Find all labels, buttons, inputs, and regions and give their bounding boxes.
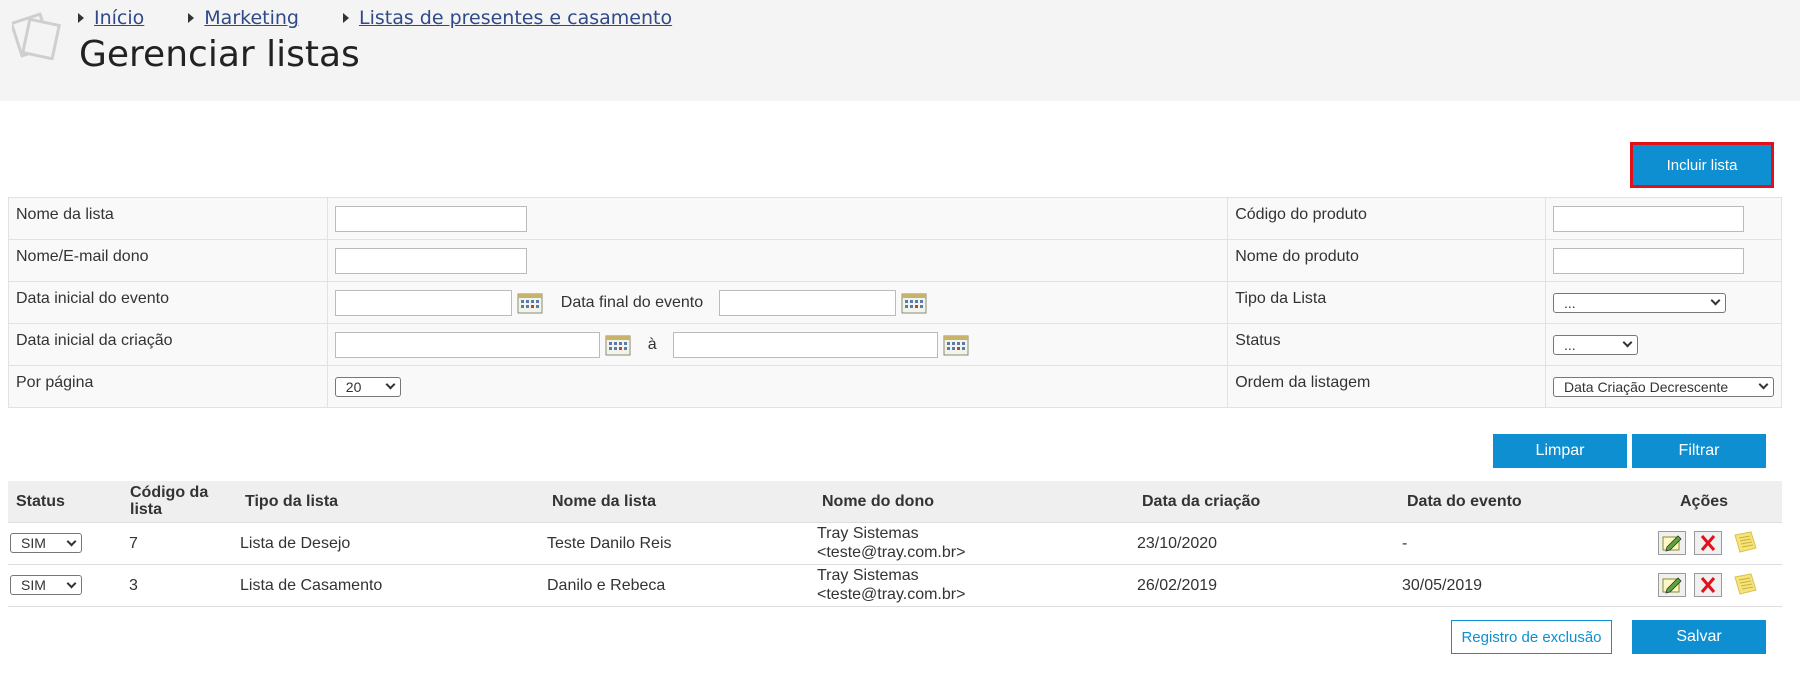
column-header-name[interactable]: Nome da lista xyxy=(544,481,814,523)
per-page-select[interactable]: 20 xyxy=(334,376,401,397)
breadcrumb-item-inicio: Início xyxy=(78,7,144,29)
row-actions xyxy=(1656,564,1782,607)
product-name-label: Nome do produto xyxy=(1227,239,1546,282)
row-type: Lista de Desejo xyxy=(237,522,544,565)
order-label: Ordem da listagem xyxy=(1227,365,1546,408)
column-header-owner[interactable]: Nome do dono xyxy=(814,481,1134,523)
column-header-code[interactable]: Código da lista xyxy=(122,481,237,523)
lists-table: Status Código da lista Tipo da lista Nom… xyxy=(8,481,1782,607)
chevron-down-icon xyxy=(1710,295,1721,306)
page-header: Início Marketing Listas de presentes e c… xyxy=(0,0,1800,101)
chevron-down-icon xyxy=(66,578,77,588)
filter-button[interactable]: Filtrar xyxy=(1632,434,1766,468)
list-name-label: Nome da lista xyxy=(8,197,328,240)
row-status-select[interactable]: SIM xyxy=(10,575,82,595)
creation-range-separator: à xyxy=(647,335,657,353)
filter-row: Data inicial da criação à Status ... xyxy=(8,323,1783,366)
chevron-down-icon xyxy=(66,536,77,546)
row-actions xyxy=(1656,522,1782,565)
column-header-event[interactable]: Data do evento xyxy=(1399,481,1656,523)
clear-button[interactable]: Limpar xyxy=(1493,434,1627,468)
column-header-created[interactable]: Data da criação xyxy=(1134,481,1399,523)
table-header: Status Código da lista Tipo da lista Nom… xyxy=(8,481,1782,523)
owner-input[interactable] xyxy=(334,247,527,274)
include-list-button[interactable]: Incluir lista xyxy=(1630,142,1774,188)
row-code: 3 xyxy=(122,564,237,607)
row-created: 23/10/2020 xyxy=(1134,522,1399,565)
row-owner-email: <teste@tray.com.br> xyxy=(817,586,966,603)
status-label: Status xyxy=(1227,323,1546,366)
event-end-label: Data final do evento xyxy=(560,293,704,311)
row-name: Danilo e Rebeca xyxy=(544,564,814,607)
row-owner-name: Tray Sistemas xyxy=(817,525,919,542)
column-header-type[interactable]: Tipo da lista xyxy=(237,481,544,523)
row-type: Lista de Casamento xyxy=(237,564,544,607)
notes-icon[interactable] xyxy=(1731,573,1759,597)
column-header-status[interactable]: Status xyxy=(8,481,122,523)
column-header-actions: Ações xyxy=(1656,481,1782,523)
caret-right-icon xyxy=(188,13,195,23)
product-code-label: Código do produto xyxy=(1227,197,1546,240)
notes-icon[interactable] xyxy=(1731,531,1759,555)
breadcrumb-link-inicio[interactable]: Início xyxy=(94,7,144,29)
chevron-down-icon xyxy=(1622,337,1633,348)
caret-right-icon xyxy=(78,13,84,23)
table-row: SIM 7 Lista de Desejo Teste Danilo Reis … xyxy=(8,522,1782,565)
calendar-icon[interactable] xyxy=(943,334,969,356)
breadcrumb-link-marketing[interactable]: Marketing xyxy=(204,7,299,29)
edit-icon[interactable] xyxy=(1658,531,1686,555)
edit-icon[interactable] xyxy=(1658,573,1686,597)
breadcrumb-item-marketing: Marketing xyxy=(188,7,299,29)
list-type-select[interactable]: ... xyxy=(1552,292,1726,313)
chevron-down-icon xyxy=(1758,379,1769,390)
row-owner: Tray Sistemas <teste@tray.com.br> xyxy=(814,522,1134,565)
filter-row: Por página 20 Ordem da listagem Data Cri… xyxy=(8,365,1783,408)
row-owner-name: Tray Sistemas xyxy=(817,567,919,584)
creation-end-input[interactable] xyxy=(672,331,938,358)
event-start-input[interactable] xyxy=(334,289,512,316)
chevron-down-icon xyxy=(385,379,396,390)
delete-icon[interactable] xyxy=(1694,573,1723,597)
row-name: Teste Danilo Reis xyxy=(544,522,814,565)
list-type-label: Tipo da Lista xyxy=(1227,281,1546,324)
event-end-input[interactable] xyxy=(719,289,897,316)
calendar-icon[interactable] xyxy=(605,334,631,356)
creation-start-input[interactable] xyxy=(334,331,600,358)
caret-right-icon xyxy=(342,13,349,23)
filter-row: Nome/E-mail dono Nome do produto xyxy=(8,239,1783,282)
breadcrumb-item-listas: Listas de presentes e casamento xyxy=(342,7,672,29)
table-row: SIM 3 Lista de Casamento Danilo e Rebeca… xyxy=(8,564,1782,607)
per-page-label: Por página xyxy=(8,365,328,408)
row-status-select[interactable]: SIM xyxy=(10,533,82,553)
calendar-icon[interactable] xyxy=(517,292,543,314)
filter-form: Nome da lista Código do produto Nome/E-m… xyxy=(8,197,1783,408)
event-start-label: Data inicial do evento xyxy=(8,281,328,324)
page-title: Gerenciar listas xyxy=(79,34,360,75)
row-created: 26/02/2019 xyxy=(1134,564,1399,607)
deletion-log-button[interactable]: Registro de exclusão xyxy=(1451,620,1612,654)
filter-row: Data inicial do evento Data final do eve… xyxy=(8,281,1783,324)
status-select[interactable]: ... xyxy=(1552,334,1638,355)
order-select[interactable]: Data Criação Decrescente xyxy=(1552,376,1774,397)
list-name-input[interactable] xyxy=(334,205,527,232)
product-name-input[interactable] xyxy=(1552,247,1744,274)
breadcrumb-link-listas[interactable]: Listas de presentes e casamento xyxy=(359,7,672,29)
row-code: 7 xyxy=(122,522,237,565)
row-owner-email: <teste@tray.com.br> xyxy=(817,544,966,561)
filter-row: Nome da lista Código do produto xyxy=(8,197,1783,240)
row-event: - xyxy=(1399,522,1656,565)
app-logo-icon xyxy=(12,12,61,60)
calendar-icon[interactable] xyxy=(901,292,927,314)
owner-label: Nome/E-mail dono xyxy=(8,239,328,282)
creation-start-label: Data inicial da criação xyxy=(8,323,328,366)
row-event: 30/05/2019 xyxy=(1399,564,1656,607)
row-owner: Tray Sistemas <teste@tray.com.br> xyxy=(814,564,1134,607)
delete-icon[interactable] xyxy=(1694,531,1723,555)
save-button[interactable]: Salvar xyxy=(1632,620,1766,654)
product-code-input[interactable] xyxy=(1552,205,1744,232)
breadcrumb: Início Marketing Listas de presentes e c… xyxy=(78,6,716,30)
